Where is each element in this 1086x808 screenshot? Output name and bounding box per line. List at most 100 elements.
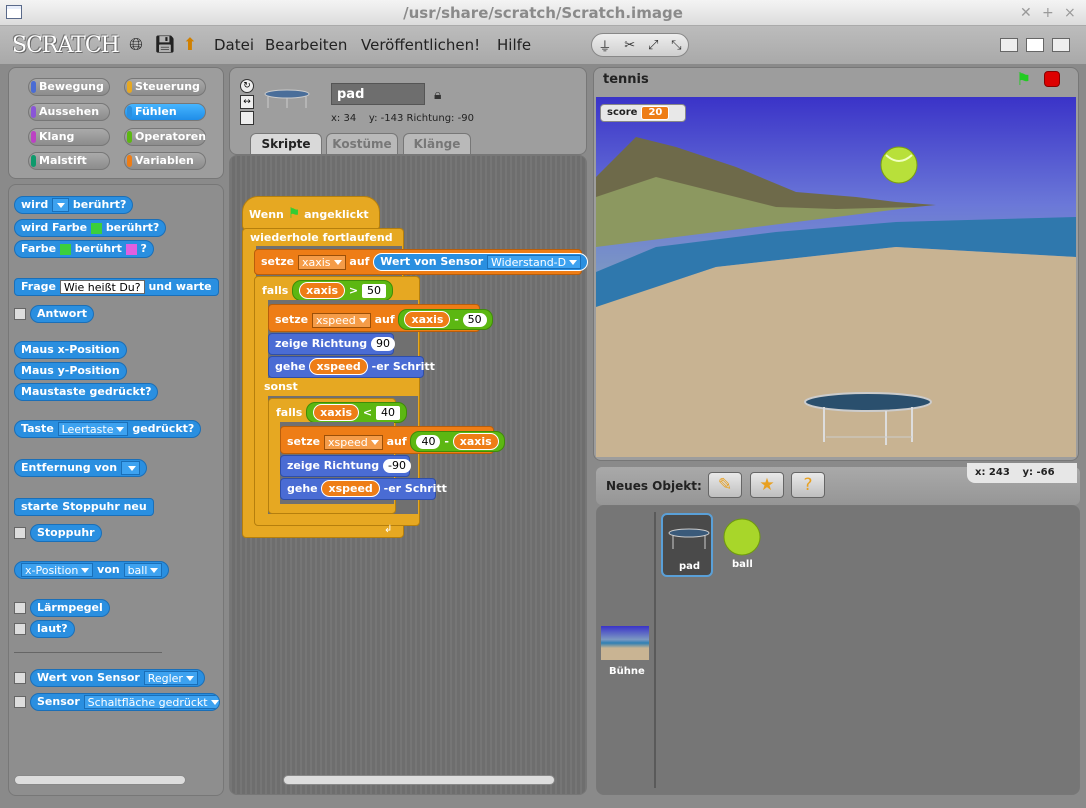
grow-icon[interactable]: ⤢ [648,38,658,53]
block-sensor-value[interactable]: Wert von Sensor Regler [30,669,205,687]
block-mouse-x[interactable]: Maus x-Position [14,341,127,359]
scratch-logo: SCRATCH [12,33,120,58]
category-fuehlen[interactable]: Fühlen [124,103,206,121]
block-point-minus90[interactable]: zeige Richtung -90 [280,455,411,477]
category-operatoren[interactable]: Operatoren [124,128,206,146]
stop-button[interactable] [1044,71,1060,87]
category-malstift[interactable]: Malstift [28,152,110,170]
block-distance[interactable]: Entfernung von [14,459,147,477]
paint-sprite-button[interactable]: ✎ [708,472,742,498]
score-monitor[interactable]: score 20 [600,104,686,122]
block-sensor-bool[interactable]: Sensor Schaltfläche gedrückt [30,693,220,711]
loudness-checkbox[interactable] [14,602,26,614]
stage-thumb-label: Bühne [609,666,645,677]
normal-stage-icon[interactable] [1026,38,1044,52]
stamp-icon[interactable]: ⏚ [598,36,611,55]
sprite-thumb-pad[interactable]: pad [661,513,713,577]
menu-hilfe[interactable]: Hilfe [497,36,531,54]
mouse-coordinates: x: 243 y: -66 [967,463,1077,483]
block-set-xspeed-2[interactable]: setze xspeed auf 40 - xaxis [280,426,505,454]
new-object-label: Neues Objekt: [606,479,702,493]
window-title: /usr/share/scratch/Scratch.image [403,3,683,22]
menu-veroeffentlichen[interactable]: Veröffentlichen! [361,36,480,54]
stage-scene [596,137,1076,457]
category-steuerung[interactable]: Steuerung [124,78,206,96]
block-mouse-y[interactable]: Maus y-Position [14,362,127,380]
answer-checkbox[interactable] [14,308,26,320]
else-label: sonst [264,380,298,393]
if1-block-label: falls xaxis > 50 [256,280,399,301]
block-answer[interactable]: Antwort [30,305,95,323]
forever-label: wiederhole fortlaufend [250,231,393,244]
stage-thumb[interactable] [601,626,649,660]
scissors-icon[interactable]: ✂ [624,38,635,53]
menu-bearbeiten[interactable]: Bearbeiten [265,36,347,54]
globe-icon[interactable]: 🌐︎ [126,35,146,55]
block-point-90[interactable]: zeige Richtung 90 [268,333,396,355]
sprite-label-pad: pad [679,561,701,572]
shrink-icon[interactable]: ⤡ [671,38,681,53]
lock-icon[interactable]: 🔒︎ [434,87,441,103]
loud-checkbox[interactable] [14,623,26,635]
sprite-name-field[interactable]: pad [331,83,425,105]
block-touching-color[interactable]: wird Farbe berührt? [14,219,167,237]
window-icon [6,5,22,19]
stage-title: tennis [603,72,649,87]
block-move-2[interactable]: gehe xspeed -er Schritt [280,478,447,500]
green-flag-button[interactable]: ⚑ [1016,70,1031,90]
small-stage-icon[interactable] [1000,38,1018,52]
random-sprite-button[interactable]: ? [791,472,825,498]
category-aussehen[interactable]: Aussehen [28,103,110,121]
close-icon[interactable]: × [1064,5,1076,21]
save-icon[interactable]: 💾︎ [154,35,176,55]
sensor-checkbox[interactable] [14,672,26,684]
library-divider [654,512,656,788]
category-variablen[interactable]: Variablen [124,152,206,170]
import-sprite-button[interactable]: ★ [750,472,784,498]
block-mouse-down[interactable]: Maustaste gedrückt? [14,383,159,401]
sprite-info: x: 34 y: -143 Richtung: -90 [331,113,474,124]
block-loud[interactable]: laut? [30,620,75,638]
maximize-icon[interactable]: + [1042,5,1054,21]
block-color-touching[interactable]: Farbe berührt ? [14,240,154,258]
no-rotate-icon[interactable] [240,111,254,125]
block-when-flag-clicked[interactable]: Wenn ⚑ angeklickt [242,196,380,230]
share-icon[interactable]: ⬆ [180,35,200,55]
category-bewegung[interactable]: Bewegung [28,78,110,96]
block-touching[interactable]: wird berührt? [14,196,134,214]
tab-skripte[interactable]: Skripte [250,133,322,155]
timer-checkbox[interactable] [14,527,26,539]
flip-icon[interactable]: ↔ [240,95,254,109]
sprite-label-ball: ball [732,559,753,570]
menu-bar: SCRATCH 🌐︎ 💾︎ ⬆ Datei Bearbeiten Veröffe… [0,26,1086,64]
block-move-1[interactable]: gehe xspeed -er Schritt [268,356,435,378]
rotate-icon[interactable]: ↻ [240,79,254,93]
ball-sprite[interactable] [880,146,918,184]
menu-datei[interactable]: Datei [214,36,254,54]
minimize-icon[interactable]: ✕ [1020,5,1032,21]
loop-arrow-icon: ↲ [384,524,393,535]
scratch-window: /usr/share/scratch/Scratch.image ✕ + × S… [0,0,1086,808]
block-key-pressed[interactable]: Taste Leertaste gedrückt? [14,420,202,438]
block-reset-timer[interactable]: starte Stoppuhr neu [14,498,154,516]
scripts-scrollbar[interactable] [283,775,555,785]
block-attribute-of[interactable]: x-Position von ball [14,561,170,579]
stage-canvas[interactable] [596,97,1076,457]
tab-klaenge[interactable]: Klänge [403,133,471,155]
block-set-xaxis[interactable]: setze xaxis auf Wert von Sensor Widersta… [254,249,589,275]
block-loudness[interactable]: Lärmpegel [30,599,110,617]
ball-thumb-icon [723,518,761,556]
sensor-bool-checkbox[interactable] [14,696,26,708]
tab-kostueme[interactable]: Kostüme [326,133,398,155]
green-flag-icon: ⚑ [287,206,301,222]
block-ask[interactable]: Frage Wie heißt Du? und warte [14,278,219,296]
pad-thumb-icon [668,528,710,549]
sprite-thumb-ball[interactable]: ball [716,513,768,577]
palette-scrollbar[interactable] [14,775,186,785]
sprite-thumbnail [264,89,310,108]
presentation-icon[interactable] [1052,38,1070,52]
block-timer[interactable]: Stoppuhr [30,524,102,542]
block-set-xspeed-1[interactable]: setze xspeed auf xaxis - 50 [268,304,493,332]
title-bar: /usr/share/scratch/Scratch.image ✕ + × [0,0,1086,26]
category-klang[interactable]: Klang [28,128,110,146]
